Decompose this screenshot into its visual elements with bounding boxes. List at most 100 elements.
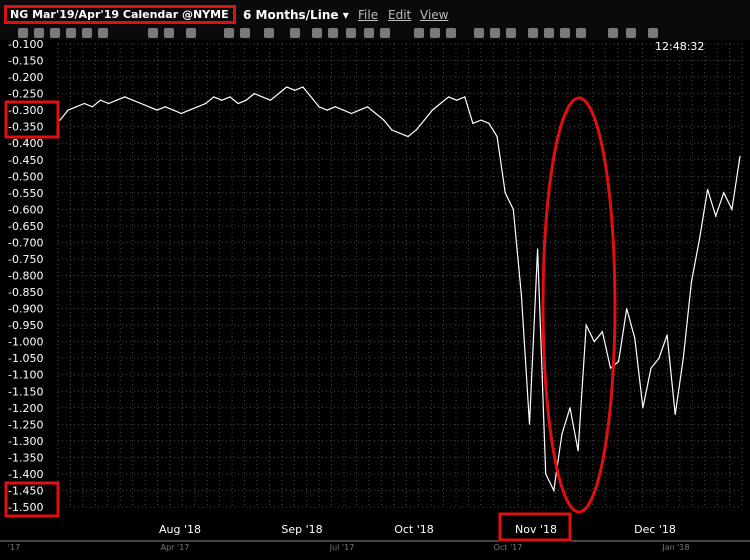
x-tick-label-secondary: '17: [8, 543, 20, 552]
data-point: [278, 93, 280, 95]
y-tick-label: -0.100: [8, 38, 43, 51]
y-tick-label: -1.050: [8, 352, 43, 365]
y-tick-label: -0.750: [8, 253, 43, 266]
chart: -0.100 -0.150 -0.200 -0.250 -0.300 -0.350 -0.4…: [0, 38, 750, 552]
data-point: [221, 99, 223, 101]
data-point: [666, 334, 668, 336]
data-point: [261, 96, 263, 98]
data-point: [723, 192, 725, 194]
y-tick-label: -0.500: [8, 170, 43, 183]
y-tick-label: -1.000: [8, 336, 43, 349]
data-point: [585, 324, 587, 326]
data-point: [431, 109, 433, 111]
data-point: [618, 360, 620, 363]
data-point: [715, 215, 717, 217]
data-point: [690, 281, 693, 283]
data-point: [626, 308, 628, 310]
data-point: [609, 367, 612, 369]
x-tick-label: Sep '18: [281, 523, 322, 536]
data-point: [545, 473, 547, 475]
clock: 12:48:32: [655, 40, 705, 53]
y-tick-label: -1.300: [8, 435, 43, 448]
data-point: [731, 208, 733, 210]
data-point: [245, 99, 247, 101]
data-point: [407, 136, 409, 138]
data-point: [439, 102, 442, 105]
data-point: [520, 294, 523, 296]
data-point: [286, 86, 288, 88]
data-point: [91, 106, 93, 108]
data-point: [83, 102, 85, 105]
y-tick-label: -0.450: [8, 154, 43, 167]
y-tick-label: -0.900: [8, 303, 43, 316]
x-tick-label: Dec '18: [634, 523, 676, 536]
data-point: [415, 129, 417, 131]
y-tick-label: -1.450: [8, 484, 43, 497]
grid: [57, 43, 743, 508]
x-tick-label-secondary: Jan '18: [661, 543, 689, 552]
data-point: [488, 122, 490, 124]
data-point: [512, 208, 514, 210]
data-point: [375, 112, 377, 115]
data-point: [59, 119, 61, 121]
data-point: [601, 331, 604, 333]
y-tick-label: -0.600: [8, 203, 43, 216]
y-tick-label: -1.400: [8, 468, 43, 481]
y-tick-label: -1.200: [8, 402, 43, 415]
data-point: [456, 99, 458, 101]
data-point: [577, 450, 579, 452]
data-point: [561, 433, 563, 435]
data-point: [464, 96, 466, 98]
data-point: [358, 109, 361, 111]
data-point: [132, 99, 134, 101]
data-point: [472, 122, 474, 124]
data-point: [148, 106, 150, 108]
data-point: [350, 112, 352, 115]
y-tick-label: -0.300: [8, 104, 43, 117]
y-tick-label: -0.200: [8, 71, 43, 84]
data-point: [658, 357, 660, 359]
data-point: [75, 106, 77, 108]
data-point: [342, 109, 344, 111]
data-point: [310, 96, 312, 98]
x-tick-label: Oct '18: [394, 523, 434, 536]
x-tick-label-secondary: Apr '17: [161, 543, 190, 552]
data-point: [172, 109, 174, 111]
x-tick-label: Nov '18: [515, 523, 557, 536]
y-tick-label: -1.100: [8, 369, 43, 382]
y-tick-label: -0.700: [8, 236, 43, 249]
data-point: [448, 96, 450, 98]
x-tick-label: Aug '18: [159, 523, 201, 536]
data-point: [367, 106, 369, 108]
data-point: [682, 357, 684, 359]
data-point: [229, 96, 231, 98]
data-point: [116, 99, 118, 101]
y-tick-label: -0.850: [8, 286, 43, 299]
data-point: [634, 337, 636, 339]
data-point: [399, 132, 401, 134]
data-point: [537, 248, 539, 250]
data-point: [197, 106, 199, 108]
data-point: [528, 423, 531, 425]
data-point: [496, 136, 498, 138]
data-point: [698, 238, 701, 240]
data-point: [504, 192, 506, 194]
data-point: [642, 407, 644, 409]
data-point: [164, 106, 166, 108]
y-tick-label: -0.250: [8, 88, 43, 101]
data-point: [108, 102, 110, 105]
series-line: [59, 86, 741, 493]
data-point: [180, 112, 182, 115]
data-point: [269, 99, 272, 101]
x-tick-label-secondary: Oct '17: [494, 543, 523, 552]
x-axis: Aug '18 Sep '18 Oct '18 Nov '18 Dec '18 '17 Ap…: [0, 523, 750, 552]
data-point: [140, 102, 142, 105]
data-point: [237, 102, 239, 105]
y-tick-label: -0.400: [8, 137, 43, 150]
y-tick-label: -1.250: [8, 418, 43, 431]
y-tick-label: -1.150: [8, 385, 43, 398]
data-point: [334, 106, 336, 108]
data-point: [156, 109, 158, 111]
y-tick-label: -0.350: [8, 121, 43, 134]
data-point: [205, 102, 207, 105]
